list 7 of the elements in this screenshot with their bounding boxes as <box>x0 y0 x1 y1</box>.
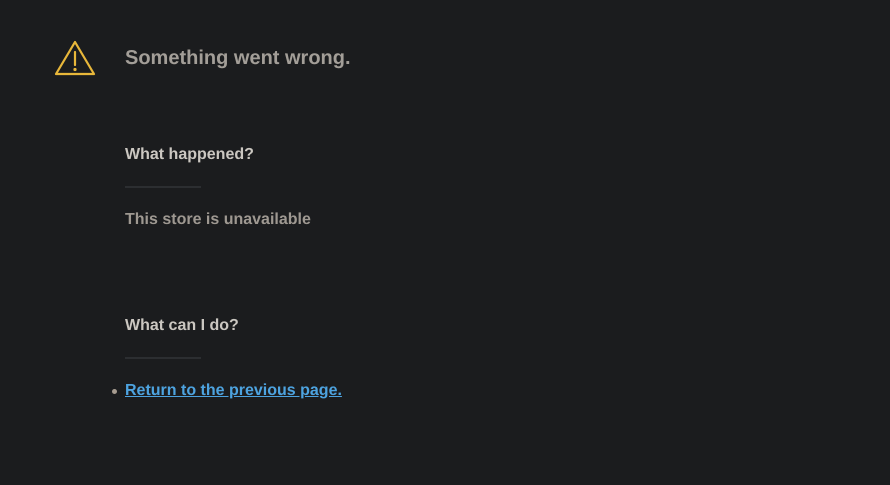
bullet-dot <box>112 389 117 394</box>
section-heading: What can I do? <box>125 316 240 336</box>
warning-icon <box>54 40 96 76</box>
message-text: This store is unavailable <box>125 210 312 230</box>
error-title: Something went wrong. <box>125 46 351 70</box>
section-heading: What happened? <box>125 145 255 165</box>
return-link[interactable]: Return to the previous page. <box>125 382 342 399</box>
